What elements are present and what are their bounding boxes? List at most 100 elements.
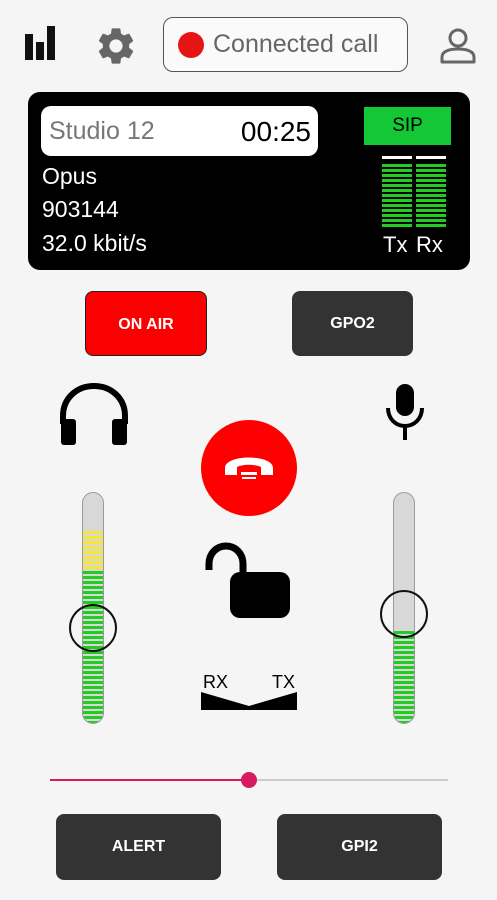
top-bar: Connected call [0,0,497,90]
record-indicator-icon [178,31,204,58]
station-box: Studio 12 00:25 [41,106,318,156]
meter-segment [416,219,446,222]
fader-meter-segment [83,571,103,574]
meter-segment [416,179,446,182]
meter-segment [416,184,446,187]
fader-meter-segment [83,686,103,689]
fader-meter-segment [83,671,103,674]
meter-segment [416,164,446,167]
meter-segment [382,194,412,197]
meter-segment [382,204,412,207]
fader-meter-segment [83,531,103,534]
meter-segment [416,204,446,207]
call-timer: 00:25 [240,116,311,147]
fader-meter-segment [394,681,414,684]
fader-meter-segment [83,696,103,699]
call-info-panel: Studio 12 00:25 Opus 903144 32.0 kbit/s … [28,92,470,270]
fader-meter-segment [394,641,414,644]
horizontal-slider[interactable] [50,772,448,788]
on-air-button[interactable]: ON AIR [85,291,207,356]
call-status-label: Connected call [213,30,379,58]
rx-tx-balance-control[interactable] [201,692,297,710]
meter-segment [382,209,412,212]
meter-peak-bar [382,156,412,159]
meter-segment [382,169,412,172]
fader-meter-segment [83,661,103,664]
meter-segment [382,184,412,187]
meter-segment [416,214,446,217]
headphones-fader-knob[interactable] [69,604,117,652]
mic-icon [386,384,424,440]
fader-meter-segment [83,656,103,659]
hangup-phone-icon [225,457,273,479]
fader-meter-segment [394,646,414,649]
fader-meter-segment [83,561,103,564]
meter-segment [416,194,446,197]
meter-segment [382,164,412,167]
fader-meter-segment [394,656,414,659]
hangup-button[interactable] [201,420,297,516]
rx-level-meter [416,156,446,227]
fader-meter-segment [83,681,103,684]
fader-meter-segment [83,721,103,723]
user-icon[interactable] [438,28,478,64]
meter-segment [416,189,446,192]
fader-meter-segment [394,721,414,723]
meter-segment [416,199,446,202]
tx-level-meter [382,156,412,227]
alert-button[interactable]: ALERT [56,814,221,880]
meter-segment [416,169,446,172]
meter-segment [416,174,446,177]
fader-meter-segment [394,686,414,689]
fader-meter-segment [83,676,103,679]
fader-meter-segment [394,671,414,674]
tx-meter-label: Tx [383,232,408,257]
rx-meter-label: Rx [416,232,443,257]
fader-meter-segment [83,596,103,599]
meter-peak-bar [416,156,446,159]
fader-meter-segment [83,711,103,714]
fader-meter-segment [394,696,414,699]
meter-segment [382,179,412,182]
codec-label: Opus [42,163,97,189]
fader-meter-segment [83,581,103,584]
gear-icon[interactable] [94,24,138,68]
meter-segment [382,189,412,192]
fader-meter-segment [83,541,103,544]
fader-meter-segment [83,546,103,549]
headphones-icon [60,382,128,445]
slider-fill [50,779,249,781]
fader-meter-segment [83,551,103,554]
fader-meter-segment [83,556,103,559]
fader-meter-segment [394,701,414,704]
balance-rx-label: RX [203,672,229,692]
meter-segment [382,219,412,222]
fader-meter-segment [394,691,414,694]
fader-meter-segment [394,706,414,709]
slider-thumb[interactable] [241,772,257,788]
call-status-indicator[interactable]: Connected call [163,17,408,72]
meter-segment [382,214,412,217]
bitrate-label: 32.0 kbit/s [42,230,147,256]
lock-open-icon[interactable] [202,542,292,620]
fader-meter-segment [83,586,103,589]
fader-meter-segment [83,706,103,709]
fader-meter-segment [394,676,414,679]
fader-meter-segment [83,716,103,719]
fader-meter-segment [83,691,103,694]
station-name: Studio 12 [49,117,155,145]
stats-icon[interactable] [22,26,58,62]
fader-meter-segment [394,666,414,669]
gpi2-button[interactable]: GPI2 [277,814,442,880]
fader-meter-segment [83,591,103,594]
mic-fader-knob[interactable] [380,590,428,638]
fader-meter-segment [83,566,103,569]
gpo2-button[interactable]: GPO2 [292,291,413,356]
meter-segment [382,174,412,177]
fader-meter-segment [394,716,414,719]
fader-meter-segment [83,666,103,669]
protocol-badge: SIP [364,107,451,145]
caller-number: 903144 [42,196,119,222]
meter-segment [416,224,446,227]
meter-segment [382,199,412,202]
